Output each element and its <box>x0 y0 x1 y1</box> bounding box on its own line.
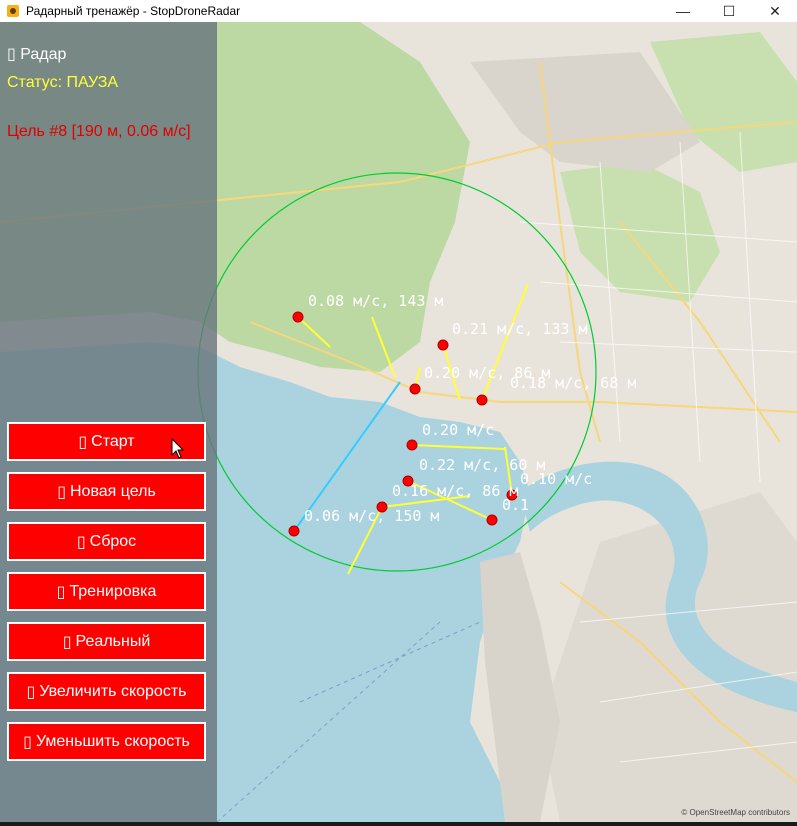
training-button-label: Тренировка <box>69 582 157 600</box>
selected-target-info: Цель #8 [190 м, 0.06 м/с] <box>7 123 191 140</box>
reset-button[interactable]: ▯ Сброс <box>7 522 206 561</box>
radar-target[interactable] <box>292 311 304 323</box>
radar-icon: ▯ <box>7 46 16 63</box>
status-text: Статус: ПАУЗА <box>7 74 119 91</box>
minimize-icon: — <box>676 3 690 19</box>
training-icon: ▯ <box>56 583 66 601</box>
speed-up-button[interactable]: ▯ Увеличить скорость <box>7 672 206 711</box>
radar-target[interactable] <box>437 339 449 351</box>
close-icon: ✕ <box>769 2 781 19</box>
bottom-strip <box>0 822 797 826</box>
radar-target[interactable] <box>406 439 418 451</box>
map-attribution: © OpenStreetMap contributors <box>681 808 790 817</box>
new-target-button[interactable]: ▯ Новая цель <box>7 472 206 511</box>
real-mode-button-label: Реальный <box>75 632 151 650</box>
reset-button-label: Сброс <box>89 532 137 550</box>
mouse-pointer-icon <box>171 437 185 460</box>
radar-target[interactable] <box>486 514 498 526</box>
target-label: 0.18 м/с, 68 м <box>510 374 636 392</box>
radar-target[interactable] <box>288 525 300 537</box>
target-label: 0.21 м/с, 133 м <box>452 320 587 338</box>
new-target-button-label: Новая цель <box>70 482 156 500</box>
radar-title-text: Радар <box>20 46 67 63</box>
target-label: 0.1 <box>502 496 529 514</box>
radar-target[interactable] <box>409 383 421 395</box>
target-label: 0.06 м/с, 150 м <box>304 507 439 525</box>
radar-title: ▯ Радар <box>7 44 66 64</box>
target-label: 0.10 м/с <box>520 470 592 488</box>
speed-down-icon: ▯ <box>23 733 32 751</box>
real-mode-button[interactable]: ▯ Реальный <box>7 622 206 661</box>
radar-target[interactable] <box>476 394 488 406</box>
start-icon: ▯ <box>78 433 88 451</box>
speed-down-button-label: Уменьшить скорость <box>35 732 190 750</box>
target-label: 0.20 м/с <box>422 421 494 439</box>
speed-up-button-label: Увеличить скорость <box>39 682 187 700</box>
real-mode-icon: ▯ <box>62 633 72 651</box>
maximize-icon: ☐ <box>722 2 736 19</box>
window-titlebar[interactable]: Радарный тренажёр - StopDroneRadar — ☐ ✕ <box>0 0 797 22</box>
new-target-icon: ▯ <box>57 483 66 501</box>
speed-down-button[interactable]: ▯ Уменьшить скорость <box>7 722 206 761</box>
window-title: Радарный тренажёр - StopDroneRadar <box>26 4 241 18</box>
close-button[interactable]: ✕ <box>752 0 797 22</box>
start-button-label: Старт <box>91 432 135 450</box>
target-label: 0.08 м/с, 143 м <box>308 292 443 310</box>
radar-app-icon <box>6 4 20 18</box>
maximize-button[interactable]: ☐ <box>706 0 752 22</box>
speed-up-icon: ▯ <box>26 683 36 701</box>
training-button[interactable]: ▯ Тренировка <box>7 572 206 611</box>
target-label: 0.16 м/с, 86 м <box>392 482 518 500</box>
control-panel: ▯ Радар Статус: ПАУЗА Цель #8 [190 м, 0.… <box>0 22 217 822</box>
minimize-button[interactable]: — <box>660 0 706 22</box>
reset-icon: ▯ <box>76 533 86 551</box>
